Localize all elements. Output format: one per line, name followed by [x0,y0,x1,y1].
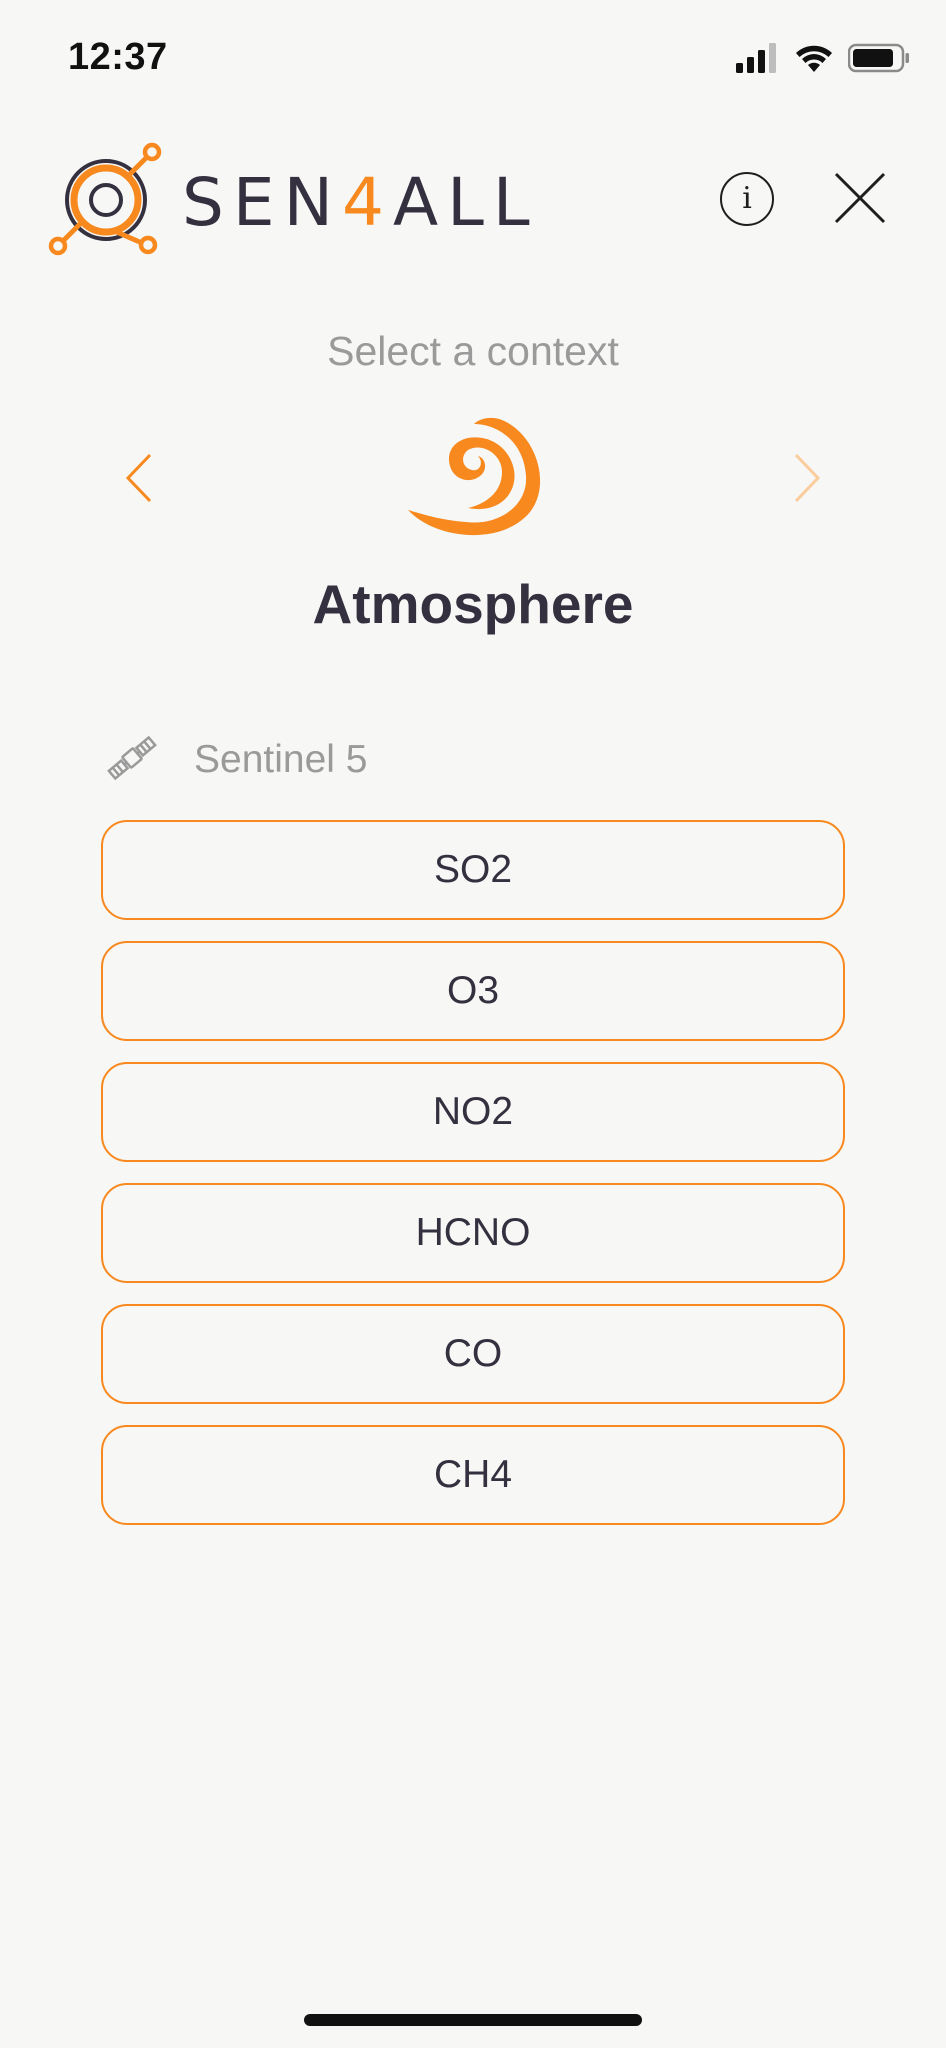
info-button[interactable]: i [720,172,774,226]
app-header: SEN4ALL i [0,130,946,270]
next-context-button[interactable] [792,452,822,504]
satellite-icon [106,732,158,789]
context-name: Atmosphere [312,573,634,635]
atmosphere-swirl-icon [406,414,542,542]
sen4all-logo-icon [48,142,164,263]
context-prompt: Select a context [327,328,619,374]
info-icon: i [742,181,752,216]
close-icon [834,172,886,224]
option-button-hcno[interactable]: HCNO [101,1183,845,1283]
variable-options-list: SO2 O3 NO2 HCNO CO CH4 [101,820,845,1546]
close-button[interactable] [832,170,888,226]
logo-text-after: ALL [392,164,539,241]
home-indicator[interactable] [304,2014,642,2026]
logo-text-accent: 4 [341,164,393,241]
sensor-label: Sentinel 5 [194,738,368,781]
cellular-signal-icon [736,42,780,78]
logo-text-before: SEN [182,164,342,241]
status-bar: 12:37 [0,0,946,115]
wifi-icon [794,43,834,78]
option-button-ch4[interactable]: CH4 [101,1425,845,1525]
option-button-no2[interactable]: NO2 [101,1062,845,1162]
option-button-co[interactable]: CO [101,1304,845,1404]
status-time: 12:37 [68,36,168,78]
option-button-o3[interactable]: O3 [101,941,845,1041]
status-icons [736,40,910,80]
sensor-row: Sentinel 5 [106,730,367,790]
battery-icon [847,43,910,78]
app-logo: SEN4ALL [48,142,539,263]
chevron-left-icon [125,453,152,503]
option-button-so2[interactable]: SO2 [101,820,845,920]
chevron-right-icon [794,453,821,503]
previous-context-button[interactable] [124,452,154,504]
logo-wordmark: SEN4ALL [182,164,539,241]
